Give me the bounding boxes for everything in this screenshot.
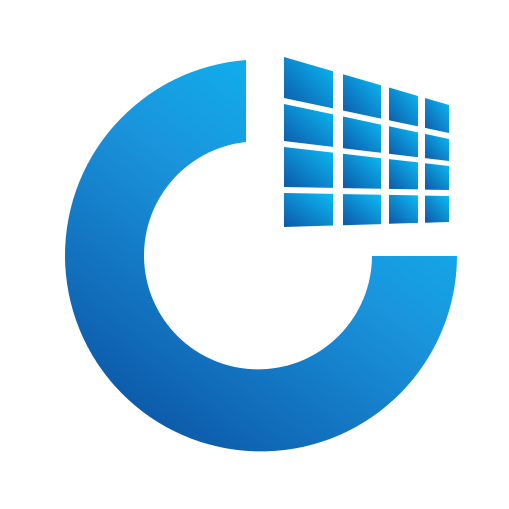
logo-tile [425, 163, 449, 190]
logo-tile [389, 126, 418, 158]
logo-tile-grid [284, 57, 449, 227]
logo-tile [389, 194, 418, 224]
logo-tile [284, 104, 333, 147]
logo-tile [389, 87, 418, 127]
logo-tile [389, 159, 418, 190]
app-logo-icon [65, 57, 457, 452]
logo-tile [343, 116, 381, 153]
logo-tile [343, 74, 381, 119]
logo-tile [425, 98, 449, 133]
app-logo [0, 0, 509, 509]
logo-tile [343, 153, 381, 189]
logo-tile [343, 194, 381, 226]
logo-tile [284, 147, 333, 188]
logo-tile [284, 57, 333, 109]
logo-tile [425, 195, 449, 223]
logo-tile [425, 133, 449, 161]
logo-tile [284, 193, 333, 227]
